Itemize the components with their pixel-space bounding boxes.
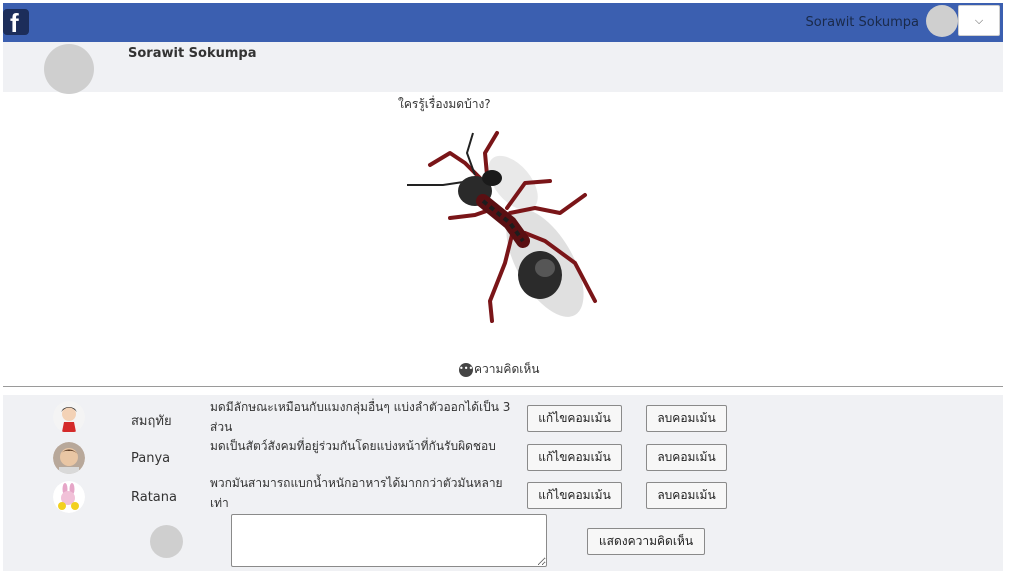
commenter-name: สมฤทัย <box>131 414 172 429</box>
delete-comment-button[interactable]: ลบคอมเม้น <box>646 405 727 432</box>
cartoon-bunny-avatar-icon <box>53 481 85 513</box>
facebook-logo-icon[interactable]: f <box>3 8 29 38</box>
cartoon-girl-avatar-icon <box>53 401 85 433</box>
header-avatar[interactable] <box>926 5 958 37</box>
delete-comment-button[interactable]: ลบคอมเม้น <box>646 482 727 509</box>
commenter-avatar[interactable] <box>53 401 85 433</box>
top-navigation-bar: f Sorawit Sokumpa <box>3 3 1003 42</box>
header-username[interactable]: Sorawit Sokumpa <box>806 15 919 30</box>
comments-section: สมฤทัย มดมีลักษณะเหมือนกับแมงกลุ่มอื่นๆ … <box>3 395 1003 571</box>
comments-toggle-label: ความคิดเห็น <box>474 362 540 376</box>
commenter-avatar[interactable] <box>53 442 85 474</box>
show-comments-button[interactable]: แสดงความคิดเห็น <box>587 528 705 555</box>
child-photo-avatar-icon <box>53 442 85 474</box>
speech-bubble-icon: ••• <box>459 362 473 377</box>
profile-avatar[interactable] <box>44 44 94 94</box>
commenter-name: Ratana <box>131 490 177 505</box>
edit-comment-button[interactable]: แก้ไขคอมเม้น <box>527 444 622 471</box>
commenter-name: Panya <box>131 451 171 466</box>
edit-comment-button[interactable]: แก้ไขคอมเม้น <box>527 405 622 432</box>
profile-header: Sorawit Sokumpa <box>3 42 1003 94</box>
comment-text: มดเป็นสัตว์สังคมที่อยู่ร่วมกันโดยแบ่งหน้… <box>210 439 496 453</box>
comment-text: มดมีลักษณะเหมือนกับแมงกลุ่มอื่นๆ แบ่งลำต… <box>210 400 511 434</box>
delete-comment-button[interactable]: ลบคอมเม้น <box>646 444 727 471</box>
comment-input[interactable] <box>231 514 547 567</box>
chevron-down-icon: ⌵ <box>974 14 984 27</box>
comments-toggle[interactable]: ••• ความคิดเห็น <box>459 360 539 379</box>
divider <box>3 386 1003 387</box>
comment-row: Ratana พวกมันสามารถแบกน้ำหนักอาหารได้มาก… <box>3 476 1003 515</box>
post-text: ใครรู้เรื่องมดบ้าง? <box>398 97 491 111</box>
current-user-avatar[interactable] <box>150 525 183 558</box>
comment-row: สมฤทัย มดมีลักษณะเหมือนกับแมงกลุ่มอื่นๆ … <box>3 397 1003 435</box>
commenter-avatar[interactable] <box>53 481 85 513</box>
facebook-logo-letter: f <box>10 8 19 38</box>
post-image-ant <box>407 131 597 323</box>
edit-comment-button[interactable]: แก้ไขคอมเม้น <box>527 482 622 509</box>
comment-text: พวกมันสามารถแบกน้ำหนักอาหารได้มากกว่าตัว… <box>210 476 503 510</box>
profile-name[interactable]: Sorawit Sokumpa <box>128 46 257 61</box>
account-dropdown-button[interactable]: ⌵ <box>958 5 1000 36</box>
comment-row: Panya มดเป็นสัตว์สังคมที่อยู่ร่วมกันโดยแ… <box>3 438 1003 476</box>
